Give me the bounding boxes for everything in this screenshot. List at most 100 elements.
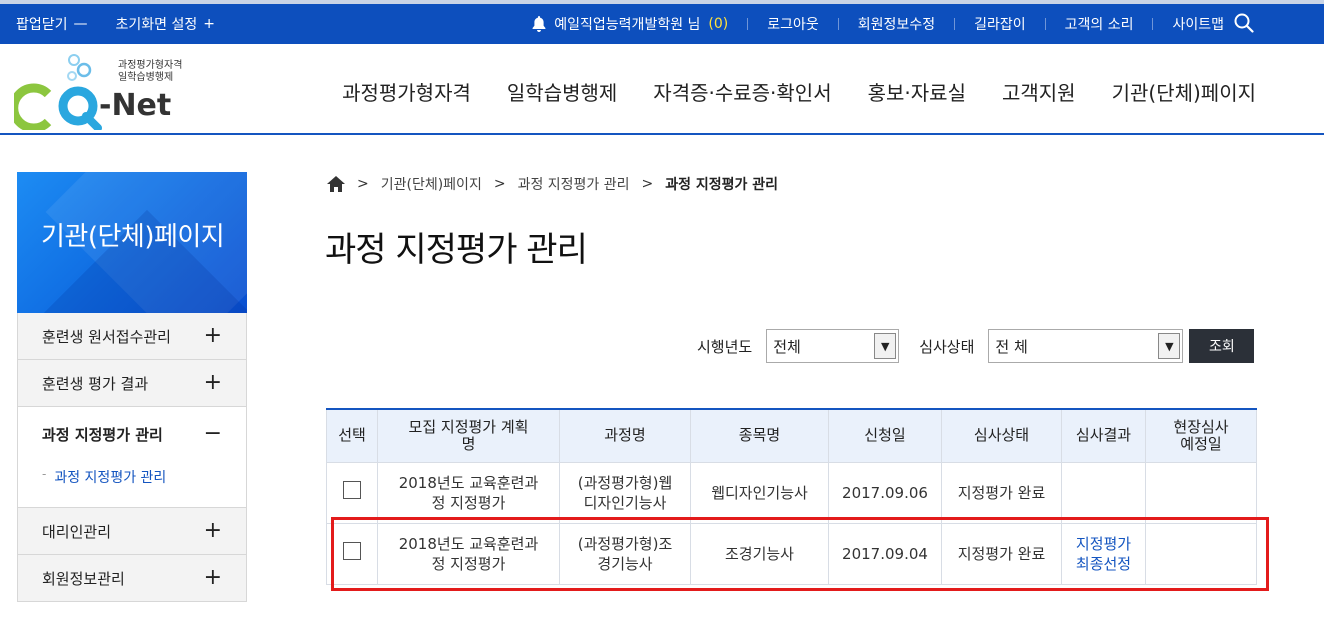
chevron-right-icon: > — [357, 176, 369, 192]
status-select-value: 전 체 — [995, 337, 1028, 356]
chevron-right-icon: > — [493, 176, 506, 192]
date-cell: 2017.09.06 — [828, 461, 942, 524]
chevron-down-icon: ▼ — [874, 333, 897, 359]
gnb-item-promotion[interactable]: 홍보·자료실 — [868, 77, 966, 106]
site-logo[interactable]: 과정평가형자격 일학습병행제 -Net — [9, 50, 204, 133]
column-header: 모집 지정평가 계획명 — [377, 409, 560, 463]
result-cell — [1061, 461, 1146, 524]
column-header: 종목명 — [690, 409, 829, 463]
column-header: 심사상태 — [941, 409, 1062, 463]
breadcrumb: > 기관(단체)페이지 > 과정 지정평가 관리 > 과정 지정평가 관리 — [327, 174, 778, 194]
gnb-item-support[interactable]: 고객지원 — [1002, 77, 1076, 106]
sidebar-item-member-info[interactable]: 회원정보관리 + — [18, 555, 246, 602]
search-filters: 시행년도 전체 ▼ 심사상태 전 체 ▼ 조회 — [697, 329, 1255, 363]
gnb-item-institution[interactable]: 기관(단체)페이지 — [1112, 77, 1256, 106]
result-link[interactable]: 지정평가 최종선정 — [1076, 535, 1131, 573]
designation-table: 선택 모집 지정평가 계획명 과정명 종목명 신청일 심사상태 심사결과 현장심… — [326, 408, 1257, 585]
year-label: 시행년도 — [697, 337, 753, 356]
search-icon[interactable] — [1234, 13, 1254, 33]
column-header: 선택 — [326, 409, 378, 463]
onsite-date-cell — [1145, 522, 1257, 585]
year-select[interactable]: 전체 ▼ — [766, 329, 900, 363]
table-row: 2018년도 교육훈련과정 지정평가 (과정평가형)조경기능사 조경기능사 20… — [326, 522, 1257, 585]
breadcrumb-item[interactable]: 기관(단체)페이지 — [381, 174, 482, 194]
row-checkbox[interactable] — [343, 481, 361, 499]
table-header-row: 선택 모집 지정평가 계획명 과정명 종목명 신청일 심사상태 심사결과 현장심… — [326, 409, 1257, 463]
sidebar-item-label: 훈련생 원서접수관리 — [42, 327, 171, 346]
divider — [954, 18, 956, 30]
logout-link[interactable]: 로그아웃 — [767, 14, 819, 34]
status-label: 심사상태 — [919, 337, 975, 356]
user-info: 예일직업능력개발학원 님 (0) — [532, 14, 728, 34]
popup-close-label: 팝업닫기 — [16, 17, 68, 33]
topbar-left: 팝업닫기 — 초기화면 설정 + — [16, 14, 215, 34]
sidebar-item-evaluation-results[interactable]: 훈련생 평가 결과 + — [18, 360, 246, 407]
sidebar-item-label: 회원정보관리 — [42, 569, 125, 588]
edit-member-link[interactable]: 회원정보수정 — [858, 14, 935, 34]
item-cell: 웹디자인기능사 — [690, 461, 829, 524]
popup-close-button[interactable]: 팝업닫기 — — [16, 14, 88, 34]
sidebar-item-label: 훈련생 평가 결과 — [42, 374, 149, 393]
plus-icon: + — [203, 323, 222, 348]
gnb-item-certificates[interactable]: 자격증·수료증·확인서 — [653, 77, 831, 106]
sidebar-item-course-designation[interactable]: 과정 지정평가 관리 − — [18, 407, 246, 461]
plan-cell: 2018년도 교육훈련과정 지정평가 — [377, 522, 560, 585]
divider — [1044, 18, 1046, 30]
plus-icon: + — [203, 565, 222, 590]
plus-icon: + — [203, 370, 222, 395]
chevron-right-icon: > — [641, 176, 654, 192]
voice-link[interactable]: 고객의 소리 — [1065, 14, 1134, 34]
course-cell: (과정평가형)웹디자인기능사 — [559, 461, 691, 524]
logo-caption-line2: 일학습병행제 — [118, 72, 174, 83]
row-checkbox[interactable] — [343, 542, 361, 560]
breadcrumb-current: 과정 지정평가 관리 — [665, 177, 779, 193]
minus-icon: − — [203, 421, 222, 446]
reset-screen-button[interactable]: 초기화면 설정 + — [116, 14, 215, 34]
dash-marker: - — [42, 467, 47, 481]
sidebar-item-label: 과정 지정평가 관리 — [42, 425, 163, 444]
chevron-down-icon: ▼ — [1158, 333, 1181, 359]
reset-screen-label: 초기화면 설정 — [115, 17, 198, 33]
global-navigation: 과정평가형자격 일학습병행제 자격증·수료증·확인서 홍보·자료실 고객지원 기… — [342, 77, 1256, 106]
status-cell: 지정평가 완료 — [941, 461, 1062, 524]
sidebar-subitem-label: 과정 지정평가 관리 — [54, 470, 167, 486]
search-button[interactable]: 조회 — [1189, 329, 1255, 363]
plan-cell: 2018년도 교육훈련과정 지정평가 — [377, 461, 560, 524]
notification-count[interactable]: (0) — [708, 16, 728, 32]
sitemap-link[interactable]: 사이트맵 — [1172, 14, 1224, 34]
course-cell: (과정평가형)조경기능사 — [559, 522, 691, 585]
divider — [747, 18, 749, 30]
user-name: 예일직업능력개발학원 님 — [554, 17, 701, 33]
sidebar-subitem-course-designation[interactable]: - 과정 지정평가 관리 — [18, 461, 246, 508]
item-cell: 조경기능사 — [690, 522, 829, 585]
minus-icon: — — [73, 16, 88, 32]
logo-brand: -Net — [99, 88, 172, 123]
column-header: 심사결과 — [1061, 409, 1146, 463]
sidebar-title-banner: 기관(단체)페이지 — [17, 172, 247, 313]
gnb-item-process[interactable]: 과정평가형자격 — [342, 77, 471, 106]
sidebar-menu: 훈련생 원서접수관리 + 훈련생 평가 결과 + 과정 지정평가 관리 − - … — [17, 313, 247, 602]
column-header: 현장심사 예정일 — [1145, 409, 1257, 463]
sidebar-item-applications[interactable]: 훈련생 원서접수관리 + — [18, 313, 246, 360]
year-select-value: 전체 — [773, 337, 801, 356]
topbar-right: 예일직업능력개발학원 님 (0) 로그아웃 회원정보수정 길라잡이 고객의 소리… — [532, 14, 1224, 34]
page-title: 과정 지정평가 관리 — [325, 230, 588, 270]
gnb-item-work-learning[interactable]: 일학습병행제 — [507, 77, 617, 106]
divider — [1152, 18, 1154, 30]
guide-link[interactable]: 길라잡이 — [974, 14, 1026, 34]
column-header: 신청일 — [828, 409, 942, 463]
select-cell — [326, 461, 378, 524]
divider — [837, 18, 839, 30]
bell-icon — [532, 16, 546, 32]
status-cell: 지정평가 완료 — [941, 522, 1062, 585]
site-header: 과정평가형자격 일학습병행제 -Net 과정평가형자격 일학습병행제 자격증·수… — [0, 44, 1324, 135]
select-cell — [326, 522, 378, 585]
result-cell: 지정평가 최종선정 — [1061, 522, 1146, 585]
home-icon[interactable] — [327, 176, 345, 192]
status-select[interactable]: 전 체 ▼ — [988, 329, 1184, 363]
date-cell: 2017.09.04 — [828, 522, 942, 585]
plus-icon: + — [203, 16, 215, 32]
breadcrumb-item[interactable]: 과정 지정평가 관리 — [518, 174, 630, 194]
sidebar-item-agent[interactable]: 대리인관리 + — [18, 508, 246, 555]
top-utility-bar: 팝업닫기 — 초기화면 설정 + 예일직업능력개발학원 님 (0) 로그아웃 회… — [0, 0, 1324, 44]
